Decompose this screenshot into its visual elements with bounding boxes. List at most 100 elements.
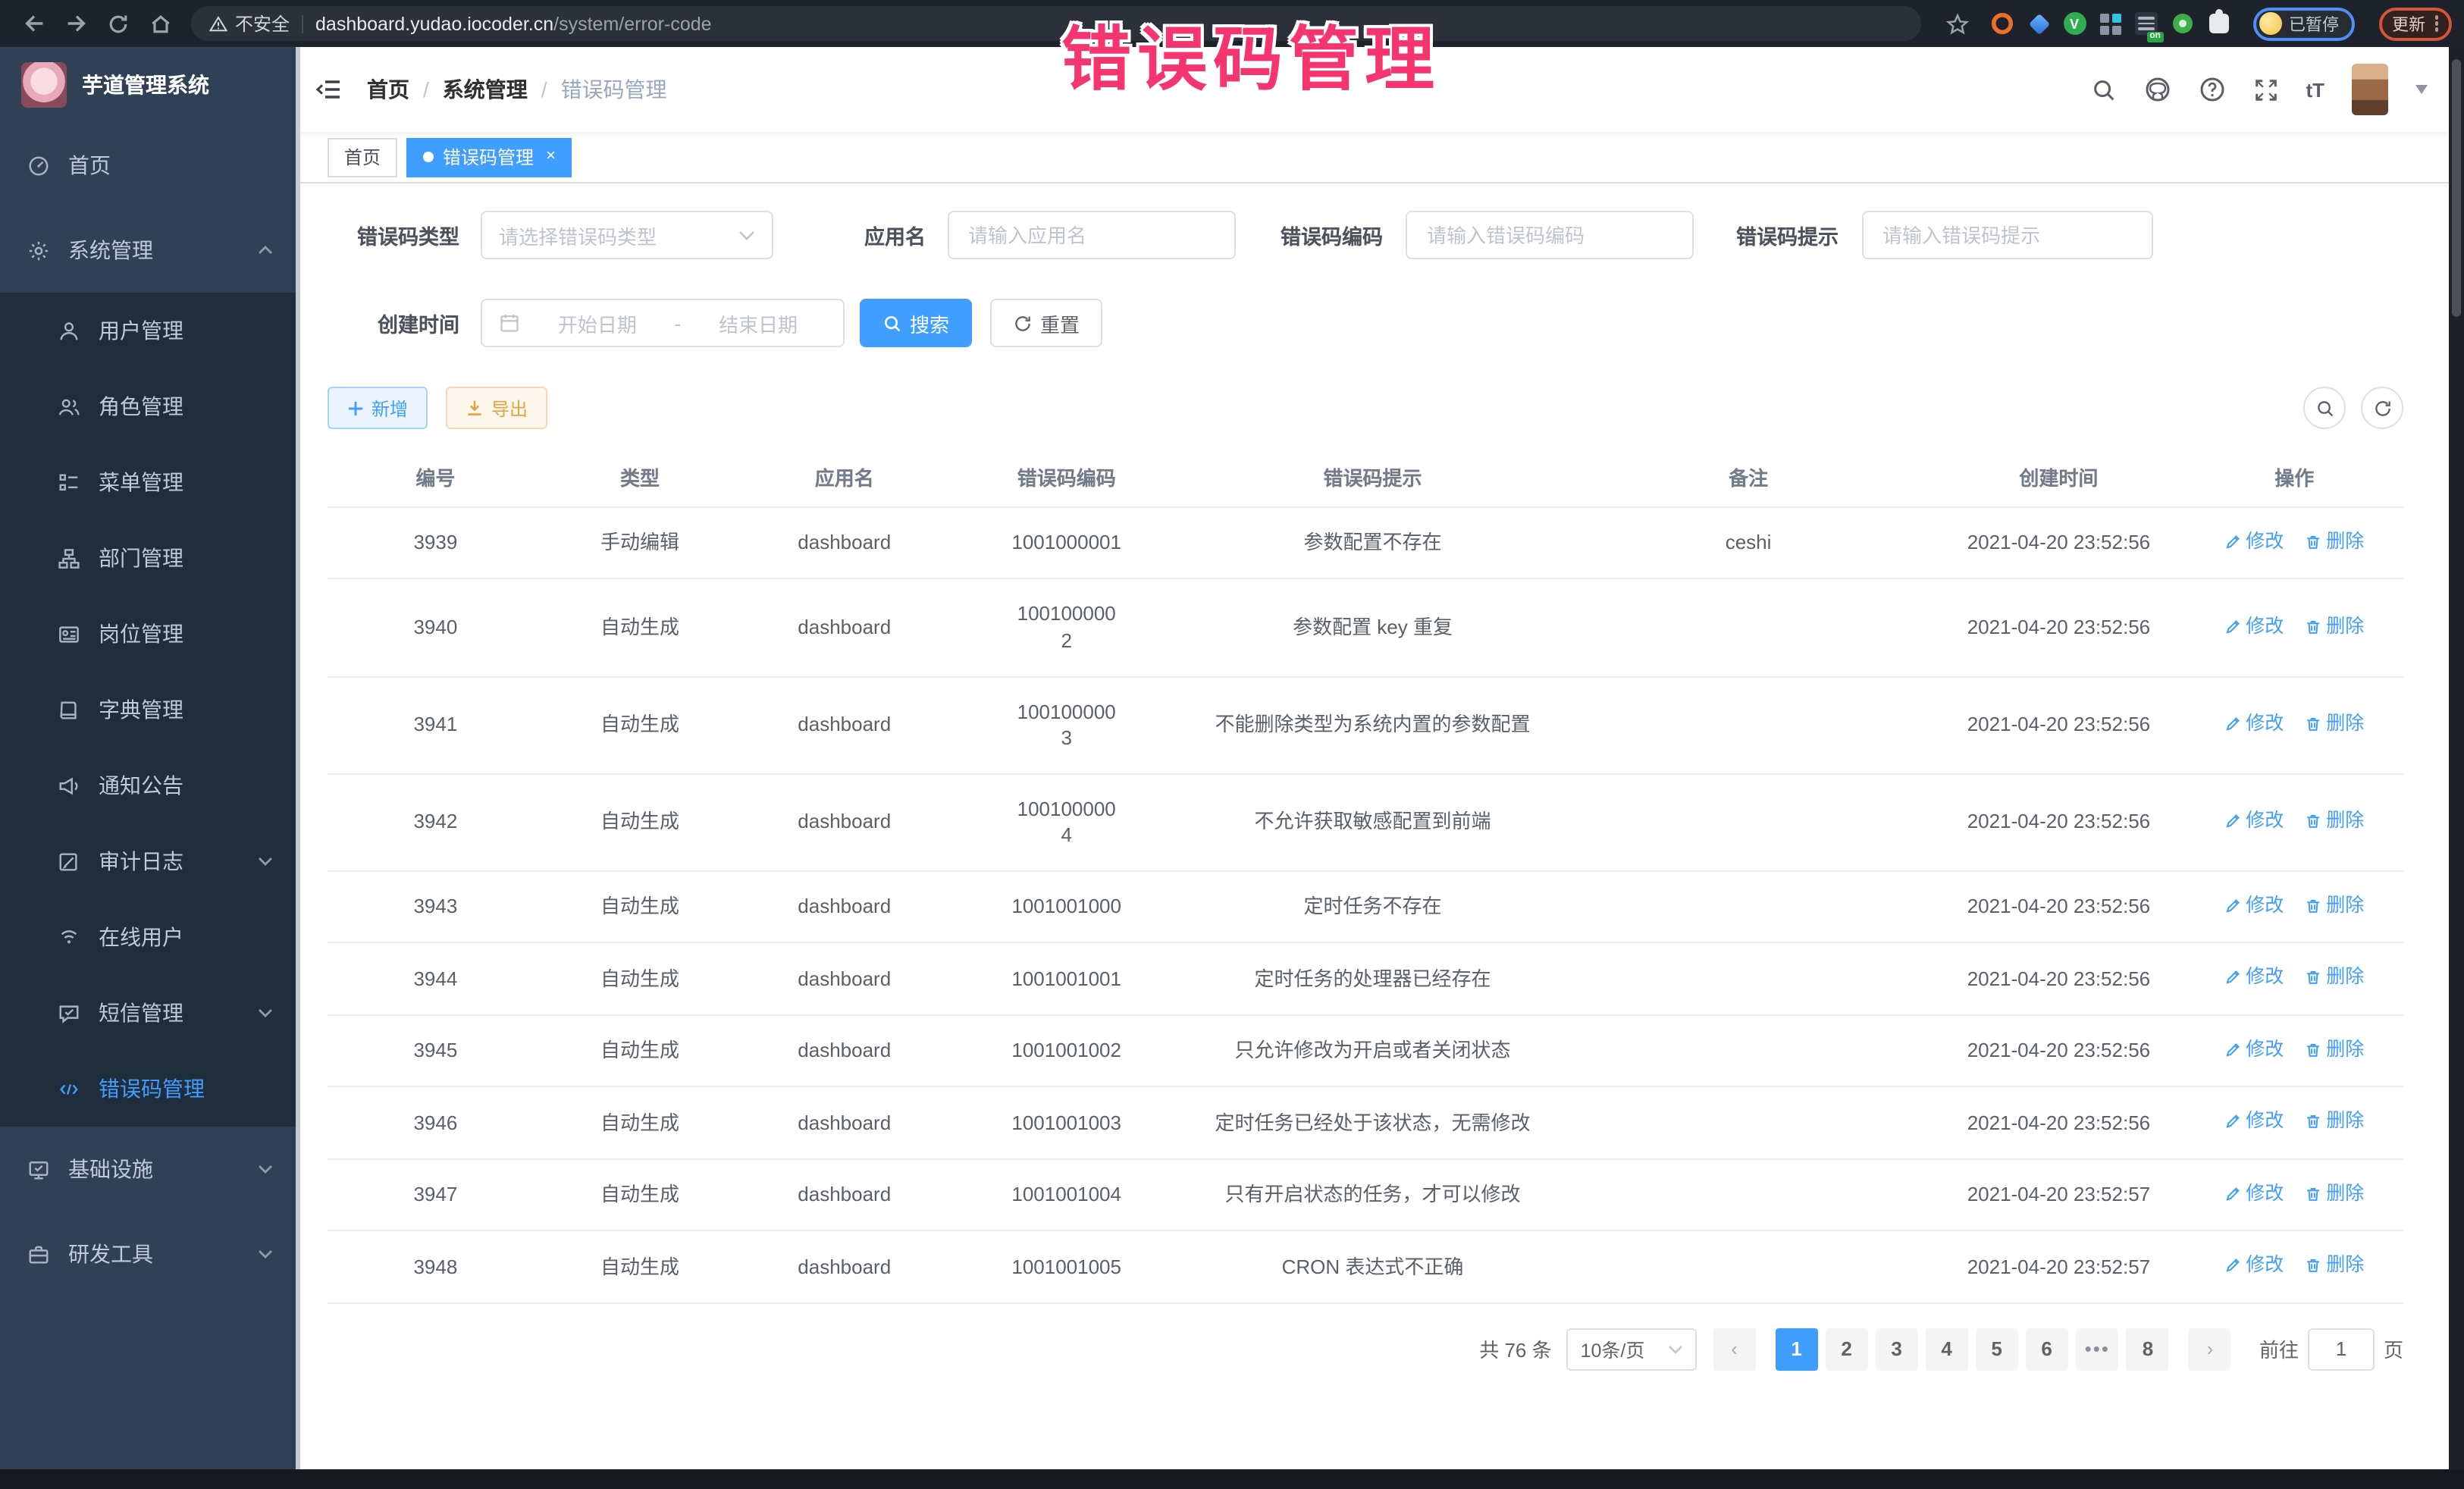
sidebar-item-audit-log[interactable]: 审计日志: [0, 823, 300, 899]
delete-link[interactable]: 删除: [2305, 808, 2364, 834]
extension-icon-3[interactable]: V: [2063, 12, 2086, 35]
tab-close-icon[interactable]: ×: [546, 149, 556, 165]
pager-page-3[interactable]: 3: [1876, 1328, 1918, 1370]
pager-page-8[interactable]: 8: [2127, 1328, 2169, 1370]
pager-prev-button[interactable]: ‹: [1713, 1328, 1756, 1370]
sidebar-item-role-mgmt[interactable]: 角色管理: [0, 368, 300, 444]
cell-app: dashboard: [736, 1086, 952, 1158]
sidebar-item-notice-mgmt[interactable]: 通知公告: [0, 748, 300, 823]
delete-link[interactable]: 删除: [2305, 965, 2364, 991]
url-bar[interactable]: 不安全 dashboard.yudao.iocoder.cn/system/er…: [191, 6, 1920, 41]
edit-link[interactable]: 修改: [2224, 529, 2284, 555]
error-msg-input[interactable]: [1879, 222, 2134, 248]
sidebar-item-infra[interactable]: 基础设施: [0, 1127, 300, 1212]
trash-icon: [2305, 1257, 2321, 1274]
edit-link[interactable]: 修改: [2224, 711, 2284, 737]
date-range-picker[interactable]: 开始日期 - 结束日期: [481, 299, 845, 347]
pager-ellipsis[interactable]: •••: [2076, 1328, 2119, 1370]
sidebar-item-user-mgmt[interactable]: 用户管理: [0, 293, 300, 368]
github-icon[interactable]: [2143, 76, 2171, 103]
browser-forward-icon[interactable]: [59, 7, 92, 40]
cell-msg: 只允许修改为开启或者关闭状态: [1180, 1014, 1565, 1086]
pager-page-4[interactable]: 4: [1926, 1328, 1968, 1370]
add-button[interactable]: 新增: [328, 387, 428, 429]
browser-back-icon[interactable]: [17, 7, 50, 40]
font-size-icon[interactable]: tT: [2306, 78, 2324, 101]
edit-link[interactable]: 修改: [2224, 1036, 2284, 1062]
cell-msg: 只有开启状态的任务，才可以修改: [1180, 1158, 1565, 1230]
delete-link[interactable]: 删除: [2305, 529, 2364, 555]
cell-app: dashboard: [736, 1158, 952, 1230]
edit-link[interactable]: 修改: [2224, 614, 2284, 640]
pager-page-1[interactable]: 1: [1776, 1328, 1818, 1370]
sidebar-item-system[interactable]: 系统管理: [0, 208, 300, 293]
browser-reload-icon[interactable]: [102, 7, 135, 40]
tab-error-code[interactable]: 错误码管理 ×: [406, 137, 572, 177]
error-code-input[interactable]: [1424, 222, 1676, 248]
edit-link[interactable]: 修改: [2224, 808, 2284, 834]
pager-page-2[interactable]: 2: [1826, 1328, 1868, 1370]
extension-icon-6[interactable]: [2171, 11, 2195, 36]
sidebar-item-home[interactable]: 首页: [0, 123, 300, 208]
edit-link[interactable]: 修改: [2224, 1108, 2284, 1134]
delete-link[interactable]: 删除: [2305, 614, 2364, 640]
delete-link[interactable]: 删除: [2305, 711, 2364, 737]
browser-home-icon[interactable]: [144, 7, 177, 40]
extension-icon-4[interactable]: [2098, 11, 2122, 36]
export-button[interactable]: 导出: [446, 387, 547, 429]
sidebar-item-sms-mgmt[interactable]: 短信管理: [0, 975, 300, 1051]
fullscreen-icon[interactable]: [2252, 77, 2278, 102]
cell-app: dashboard: [736, 1014, 952, 1086]
pager-page-5[interactable]: 5: [1976, 1328, 2018, 1370]
user-avatar[interactable]: [2352, 64, 2388, 115]
breadcrumb-system[interactable]: 系统管理: [443, 74, 528, 105]
toggle-search-icon[interactable]: [2303, 387, 2346, 429]
edit-link[interactable]: 修改: [2224, 1252, 2284, 1278]
window-scrollbar[interactable]: [2449, 47, 2464, 1469]
edit-link[interactable]: 修改: [2224, 893, 2284, 919]
breadcrumb-home[interactable]: 首页: [367, 74, 409, 105]
sidebar-item-error-code[interactable]: 错误码管理: [0, 1051, 300, 1127]
edit-link[interactable]: 修改: [2224, 1180, 2284, 1206]
sidebar-item-dict-mgmt[interactable]: 字典管理: [0, 672, 300, 748]
extension-icon-5[interactable]: on: [2134, 11, 2158, 36]
bookmark-star-icon[interactable]: [1940, 7, 1973, 40]
sidebar-item-dev-tools[interactable]: 研发工具: [0, 1212, 300, 1296]
error-type-select[interactable]: 请选择错误码类型: [481, 211, 773, 259]
delete-link[interactable]: 删除: [2305, 893, 2364, 919]
browser-menu-icon[interactable]: [2434, 16, 2438, 32]
jump-page-input[interactable]: [2308, 1328, 2375, 1370]
reset-button[interactable]: 重置: [990, 299, 1102, 347]
delete-link[interactable]: 删除: [2305, 1036, 2364, 1062]
browser-update-button[interactable]: 更新: [2378, 7, 2452, 40]
refresh-table-icon[interactable]: [2361, 387, 2403, 429]
extension-icon-7[interactable]: [2207, 11, 2231, 36]
sidebar-item-post-mgmt[interactable]: 岗位管理: [0, 596, 300, 672]
delete-link[interactable]: 删除: [2305, 1180, 2364, 1206]
sidebar-item-menu-mgmt[interactable]: 菜单管理: [0, 444, 300, 520]
pager-next-button[interactable]: ›: [2189, 1328, 2231, 1370]
sidebar-item-online-users[interactable]: 在线用户: [0, 899, 300, 975]
help-icon[interactable]: [2198, 76, 2225, 103]
app-name-input[interactable]: [965, 222, 1217, 248]
profile-paused-badge[interactable]: 已暂停: [2252, 7, 2354, 40]
edit-link[interactable]: 修改: [2224, 965, 2284, 991]
avatar-caret-icon[interactable]: [2415, 85, 2428, 94]
header-search-icon[interactable]: [2090, 77, 2116, 102]
scrollbar-thumb[interactable]: [2452, 59, 2461, 317]
extension-icon-1[interactable]: [1990, 11, 2014, 36]
delete-link[interactable]: 删除: [2305, 1252, 2364, 1278]
pager-page-6[interactable]: 6: [2026, 1328, 2068, 1370]
extension-icon-2[interactable]: [2027, 11, 2051, 36]
tab-home[interactable]: 首页: [328, 137, 397, 177]
cell-code: 1001001003: [952, 1086, 1180, 1158]
page-size-select[interactable]: 10条/页: [1567, 1328, 1698, 1370]
cell-msg: CRON 表达式不正确: [1180, 1230, 1565, 1302]
sidebar-item-dept-mgmt[interactable]: 部门管理: [0, 520, 300, 596]
cell-time: 2021-04-20 23:52:56: [1932, 871, 2185, 943]
pencil-icon: [2224, 1113, 2241, 1130]
sidebar-logo[interactable]: 芋道管理系统: [0, 47, 300, 123]
sidebar-collapse-icon[interactable]: [300, 77, 355, 102]
delete-link[interactable]: 删除: [2305, 1108, 2364, 1134]
search-button[interactable]: 搜索: [860, 299, 972, 347]
